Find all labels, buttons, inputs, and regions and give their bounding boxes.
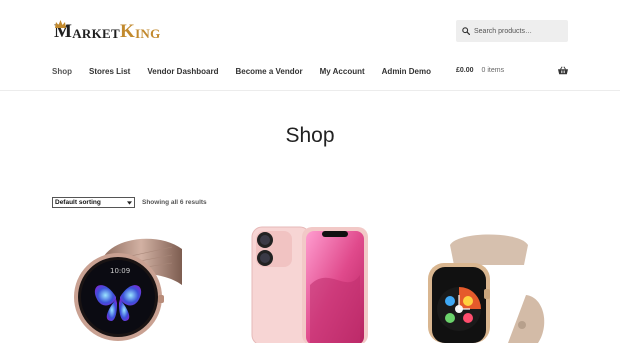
- chevron-down-icon: [127, 201, 132, 205]
- nav-item-become-a-vendor[interactable]: Become a Vendor: [235, 67, 302, 76]
- nav-item-vendor-dashboard[interactable]: Vendor Dashboard: [147, 67, 218, 76]
- basket-icon[interactable]: [558, 66, 568, 75]
- logo-letter-k: K: [119, 21, 136, 42]
- nav-item-my-account[interactable]: My Account: [320, 67, 365, 76]
- site-logo[interactable]: M ARKET K ING: [54, 20, 161, 42]
- page-title: Shop: [285, 124, 335, 147]
- header-cart[interactable]: £0.00 0 items: [456, 66, 568, 75]
- nav-item-admin-demo[interactable]: Admin Demo: [382, 67, 431, 76]
- product-card[interactable]: 10:09: [72, 225, 188, 343]
- nav-item-stores-list[interactable]: Stores List: [89, 67, 130, 76]
- sorting-value: Default sorting: [55, 199, 101, 206]
- nav-item-shop[interactable]: Shop: [52, 67, 72, 76]
- pink-smartphone-image[interactable]: [250, 225, 370, 343]
- sorting-select[interactable]: Default sorting: [52, 197, 135, 208]
- crown-icon: [55, 20, 66, 28]
- search-input[interactable]: Search products…: [474, 28, 532, 35]
- logo-text-ing: ING: [135, 26, 161, 41]
- search-icon: [462, 27, 470, 35]
- search-field[interactable]: Search products…: [456, 20, 568, 42]
- product-card[interactable]: [428, 225, 550, 343]
- cart-amount: £0.00: [456, 67, 474, 74]
- logo-text-arket: ARKET: [72, 26, 120, 41]
- primary-navigation: Shop Stores List Vendor Dashboard Become…: [52, 67, 448, 76]
- product-card[interactable]: [250, 225, 370, 343]
- svg-text:10:09: 10:09: [110, 267, 130, 275]
- header-divider: [0, 90, 620, 91]
- cart-item-count: 0 items: [481, 67, 505, 74]
- gold-smartwatch-image[interactable]: [428, 225, 550, 343]
- rose-gold-smartwatch-image[interactable]: 10:09: [72, 225, 188, 343]
- result-count: Showing all 6 results: [142, 199, 207, 206]
